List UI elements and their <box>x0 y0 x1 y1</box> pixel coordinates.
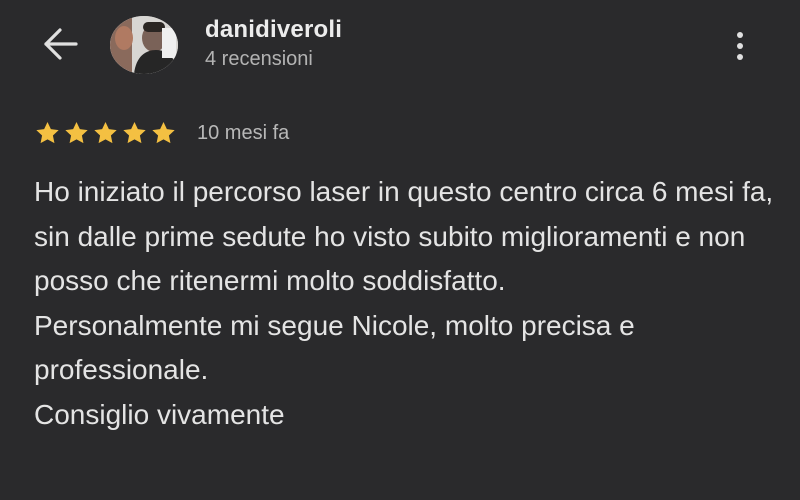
review-count: 4 recensioni <box>205 48 313 70</box>
menu-dot <box>737 32 743 38</box>
review-paragraph: Ho iniziato il percorso laser in questo … <box>34 176 774 296</box>
star-icon <box>63 120 90 146</box>
menu-dot <box>737 54 743 60</box>
menu-dot <box>737 43 743 49</box>
review-date: 10 mesi fa <box>197 121 290 144</box>
star-icon <box>121 120 148 146</box>
more-vertical-icon <box>737 32 743 60</box>
rating-row: 10 mesi fa <box>34 118 289 148</box>
review-paragraph: Personalmente mi segue Nicole, molto pre… <box>34 309 635 386</box>
review-paragraph: Consiglio vivamente <box>34 398 285 430</box>
star-icon <box>150 120 177 146</box>
review-header: danidiveroli 4 recensioni <box>0 0 800 100</box>
more-options-button[interactable] <box>726 24 754 68</box>
back-button[interactable] <box>38 26 82 67</box>
username[interactable]: danidiveroli <box>205 16 342 44</box>
avatar[interactable] <box>110 16 178 74</box>
user-info: danidiveroli 4 recensioni <box>205 16 342 72</box>
star-icon <box>92 120 119 146</box>
review-text: Ho iniziato il percorso laser in questo … <box>34 170 784 437</box>
star-icon <box>34 120 61 146</box>
arrow-left-icon <box>40 26 80 67</box>
star-rating <box>34 120 177 146</box>
